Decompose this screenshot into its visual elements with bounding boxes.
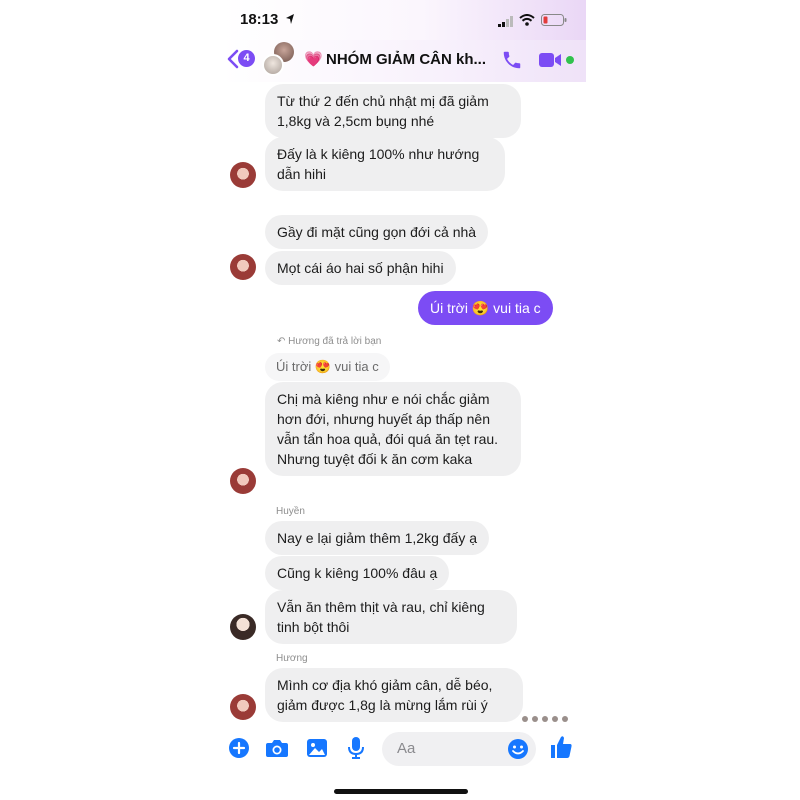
sender-avatar[interactable] — [230, 254, 256, 280]
back-button[interactable]: 4 — [226, 48, 258, 70]
message-bubble[interactable]: Nay e lại giảm thêm 1,2kg đấy ạ — [265, 521, 489, 555]
message-bubble[interactable]: Chị mà kiêng như e nói chắc giảm hơn đới… — [265, 382, 521, 476]
message-input-placeholder: Aa — [397, 740, 416, 757]
location-arrow-icon — [285, 12, 295, 30]
thumbs-up-icon[interactable] — [549, 734, 573, 765]
sender-avatar[interactable] — [230, 694, 256, 720]
message-bubble[interactable]: Gầy đi mặt cũng gọn đới cả nhà — [265, 215, 489, 249]
sender-avatar[interactable] — [230, 614, 256, 640]
message-bubble[interactable]: Từ thứ 2 đến chủ nhật mị đã giảm 1,8kg v… — [265, 84, 521, 138]
sender-name: Hương — [276, 653, 308, 664]
phone-icon[interactable] — [501, 49, 523, 76]
sender-name: Huyền — [276, 506, 305, 517]
group-avatar[interactable] — [260, 42, 298, 78]
composer-bar: Aa — [222, 722, 586, 800]
microphone-icon[interactable] — [347, 736, 365, 765]
image-icon[interactable] — [306, 737, 328, 764]
home-indicator — [334, 789, 468, 794]
reply-arrow-icon: ↶ — [277, 336, 286, 347]
group-heart-emoji: 💗 — [304, 51, 323, 68]
message-bubble[interactable]: Mọt cái áo hai số phận hihi — [265, 251, 456, 285]
message-bubble[interactable]: Đấy là k kiêng 100% như hướng dẫn hihi — [265, 137, 505, 191]
my-message-bubble[interactable]: Úi trời 😍 vui tia c — [418, 291, 553, 325]
reply-note-text: Hương đã trả lời bạn — [288, 336, 382, 347]
message-bubble[interactable]: Vẫn ăn thêm thịt và rau, chỉ kiêng tinh … — [265, 590, 517, 644]
status-bar: 18:13 — [222, 0, 586, 40]
message-input[interactable]: Aa — [382, 732, 536, 766]
plus-circle-icon[interactable] — [228, 737, 250, 764]
sender-avatar[interactable] — [230, 162, 256, 188]
reply-note: ↶ Hương đã trả lời bạn — [277, 336, 381, 347]
camera-icon[interactable] — [265, 737, 289, 764]
group-title[interactable]: NHÓM GIẢM CÂN kh... — [326, 51, 486, 69]
emoji-icon[interactable] — [507, 738, 529, 765]
video-icon[interactable] — [538, 50, 564, 75]
unread-count-badge: 4 — [238, 50, 255, 67]
quoted-message[interactable]: Úi trời 😍 vui tia c — [265, 353, 390, 381]
messenger-screen: 18:13 4 💗 NHÓM GIẢM CÂN kh... Từ thứ 2 đ… — [222, 0, 586, 800]
status-time: 18:13 — [240, 11, 279, 28]
message-bubble[interactable]: Cũng k kiêng 100% đâu ạ — [265, 556, 450, 590]
online-dot — [566, 56, 574, 64]
sender-avatar[interactable] — [230, 468, 256, 494]
wifi-icon — [519, 13, 535, 31]
message-bubble[interactable]: Mình cơ địa khó giảm cân, dễ béo, giảm đ… — [265, 668, 523, 722]
battery-icon — [541, 13, 567, 31]
chat-header: 4 💗 NHÓM GIẢM CÂN kh... — [222, 40, 586, 82]
signal-icon — [498, 14, 514, 32]
